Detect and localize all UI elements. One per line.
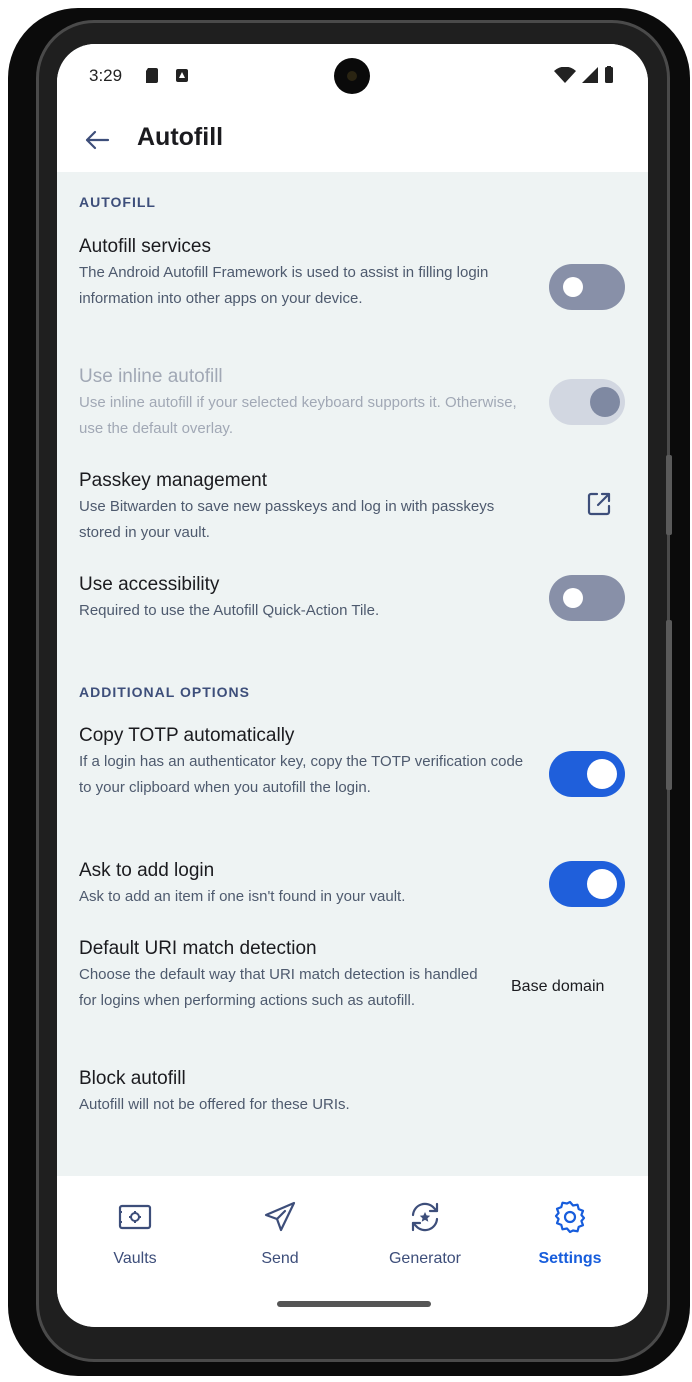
autofill-services-toggle[interactable]	[549, 264, 625, 310]
toggle-knob	[587, 759, 617, 789]
row-description: Autofill will not be offered for these U…	[79, 1096, 350, 1113]
status-bar: 3:29	[57, 44, 648, 108]
generator-icon	[411, 1202, 439, 1232]
row-title: Use inline autofill	[79, 366, 223, 387]
use-accessibility-row[interactable]: Use accessibility Required to use the Au…	[79, 572, 627, 624]
nav-send[interactable]: Send	[220, 1198, 340, 1268]
external-link-icon[interactable]	[585, 490, 613, 518]
uri-match-value[interactable]: Base domain	[511, 978, 604, 996]
row-title: Passkey management	[79, 470, 267, 491]
row-description: If a login has an authenticator key, cop…	[79, 753, 524, 796]
vault-icon	[118, 1204, 152, 1230]
default-uri-match-row[interactable]: Default URI match detection Choose the d…	[79, 936, 627, 1014]
back-arrow-icon[interactable]	[81, 124, 113, 156]
status-time: 3:29	[89, 66, 123, 85]
volume-button	[666, 455, 672, 535]
autofill-services-row[interactable]: Autofill services The Android Autofill F…	[79, 234, 627, 312]
app-bar: Autofill	[57, 108, 648, 172]
inline-autofill-toggle	[549, 379, 625, 425]
row-description: Required to use the Autofill Quick-Actio…	[79, 602, 380, 619]
send-icon	[264, 1201, 296, 1232]
nav-label: Settings	[538, 1250, 602, 1267]
toggle-knob	[563, 277, 583, 297]
toggle-knob	[587, 869, 617, 899]
row-title: Ask to add login	[79, 860, 215, 881]
row-description: Ask to add an item if one isn't found in…	[79, 888, 406, 905]
row-description: The Android Autofill Framework is used t…	[79, 264, 489, 307]
settings-list: AUTOFILL Autofill services The Android A…	[57, 172, 648, 1172]
front-camera	[334, 58, 370, 94]
passkey-management-row[interactable]: Passkey management Use Bitwarden to save…	[79, 468, 627, 546]
page-title: Autofill	[137, 123, 224, 151]
nav-label: Generator	[388, 1250, 462, 1267]
toggle-knob	[590, 387, 620, 417]
nav-generator[interactable]: Generator	[365, 1198, 485, 1268]
ask-to-add-login-row[interactable]: Ask to add login Ask to add an item if o…	[79, 858, 627, 910]
row-title: Use accessibility	[79, 574, 220, 595]
gear-icon	[554, 1200, 586, 1234]
phone-screen: 3:29 Autofill AUTOFILL Autofill services…	[57, 44, 648, 1327]
status-icons	[554, 66, 614, 83]
toggle-knob	[563, 588, 583, 608]
row-description: Choose the default way that URI match de…	[79, 966, 478, 1009]
nav-vaults[interactable]: Vaults	[75, 1198, 195, 1268]
section-header-additional-options: ADDITIONAL OPTIONS	[79, 684, 250, 700]
row-title: Default URI match detection	[79, 938, 317, 959]
nav-label: Vaults	[113, 1250, 157, 1267]
copy-totp-toggle[interactable]	[549, 751, 625, 797]
wifi-icon	[554, 66, 576, 83]
battery-icon	[605, 66, 613, 83]
ask-to-add-login-toggle[interactable]	[549, 861, 625, 907]
nav-settings[interactable]: Settings	[510, 1198, 630, 1268]
nav-label: Send	[261, 1250, 299, 1267]
row-description: Use inline autofill if your selected key…	[79, 394, 517, 437]
power-button	[666, 620, 672, 790]
inline-autofill-row: Use inline autofill Use inline autofill …	[79, 364, 627, 442]
block-autofill-row[interactable]: Block autofill Autofill will not be offe…	[79, 1066, 627, 1118]
home-indicator[interactable]	[277, 1301, 431, 1307]
use-accessibility-toggle[interactable]	[549, 575, 625, 621]
row-title: Autofill services	[79, 236, 211, 257]
section-header-autofill: AUTOFILL	[79, 194, 156, 210]
signal-icon	[582, 66, 598, 83]
row-description: Use Bitwarden to save new passkeys and l…	[79, 498, 495, 541]
notification-icon	[176, 69, 188, 82]
row-title: Copy TOTP automatically	[79, 725, 295, 746]
sd-card-icon	[146, 68, 158, 83]
row-title: Block autofill	[79, 1068, 186, 1089]
copy-totp-row[interactable]: Copy TOTP automatically If a login has a…	[79, 723, 627, 801]
